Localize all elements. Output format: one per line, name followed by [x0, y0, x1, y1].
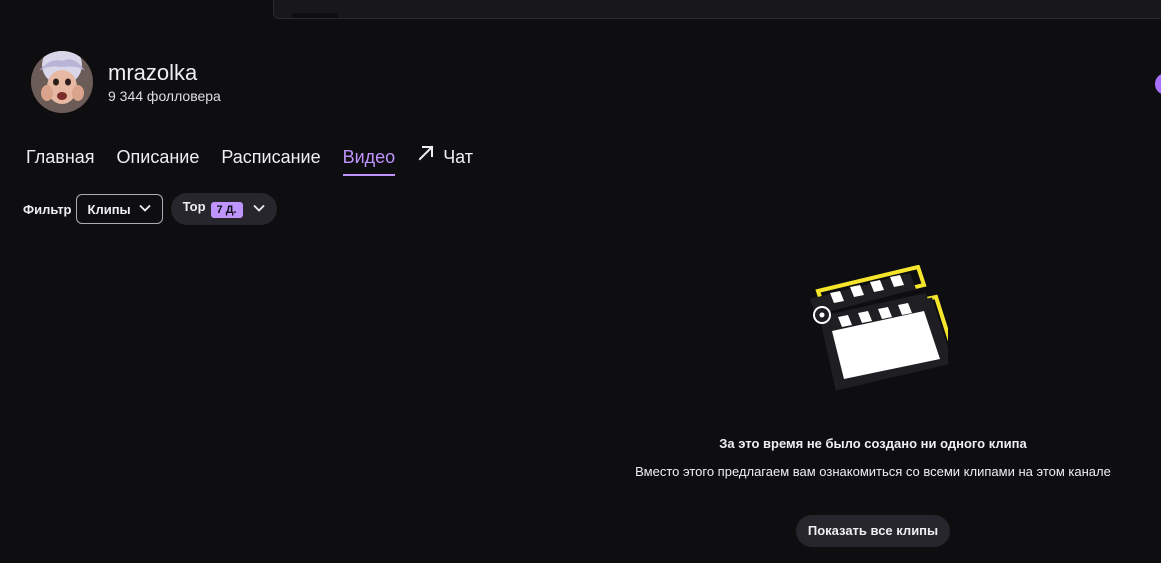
- follower-count: 9 344 фолловера: [108, 87, 221, 104]
- tab-about[interactable]: Описание: [117, 143, 200, 177]
- sort-value: Top: [182, 198, 206, 214]
- tab-schedule-label: Расписание: [221, 147, 321, 167]
- external-arrow-icon: [417, 142, 435, 170]
- tab-home[interactable]: Главная: [26, 143, 95, 177]
- channel-meta: mrazolka 9 344 фолловера: [108, 60, 221, 105]
- chevron-down-icon: [252, 201, 266, 218]
- avatar-image: [31, 51, 93, 113]
- tab-videos-label: Видео: [342, 147, 396, 167]
- tab-chat-label: Чат: [443, 147, 474, 167]
- empty-state-subtitle: Вместо этого предлагаем вам ознакомиться…: [635, 464, 1111, 479]
- channel-name[interactable]: mrazolka: [108, 60, 221, 86]
- tab-home-label: Главная: [26, 147, 95, 167]
- tab-videos[interactable]: Видео: [342, 143, 396, 177]
- channel-header: mrazolka 9 344 фолловера: [31, 51, 221, 113]
- channel-tabs: Главная Описание Расписание Видео Чат: [26, 143, 495, 177]
- top-bar: [273, 0, 1161, 19]
- clip-type-value: Клипы: [87, 201, 131, 217]
- chevron-down-icon: [138, 201, 152, 218]
- empty-state: За это время не было создано ни одного к…: [591, 265, 1155, 547]
- tab-about-label: Описание: [116, 147, 200, 167]
- clip-type-dropdown[interactable]: Клипы: [75, 194, 163, 224]
- top-bar-notch: [292, 13, 338, 18]
- filter-bar: Фильтр Клипы Top 7 Д.: [23, 193, 277, 225]
- empty-state-title: За это время не было создано ни одного к…: [719, 436, 1027, 451]
- tab-chat[interactable]: Чат: [417, 143, 473, 177]
- tab-schedule[interactable]: Расписание: [221, 143, 320, 177]
- edge-indicator: [1155, 73, 1161, 95]
- show-all-clips-button[interactable]: Показать все клипы: [795, 515, 951, 547]
- clapperboard-icon: [810, 265, 948, 391]
- period-badge: 7 Д.: [210, 202, 243, 218]
- sort-period-dropdown[interactable]: Top 7 Д.: [170, 193, 277, 225]
- filter-label: Фильтр: [23, 201, 72, 217]
- avatar[interactable]: [31, 51, 93, 113]
